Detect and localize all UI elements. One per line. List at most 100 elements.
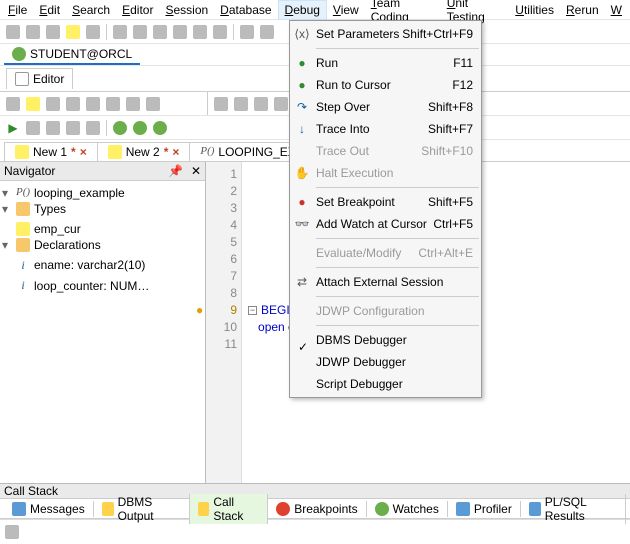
tree-item[interactable]: ▾Declarations [2, 238, 101, 252]
tree-item[interactable]: ▾Types [2, 202, 66, 216]
editor-toolbar-button[interactable] [232, 95, 250, 113]
doc-tab[interactable]: New 1 * × [4, 142, 98, 161]
close-icon[interactable]: × [172, 145, 179, 159]
menu-w[interactable]: W [605, 1, 628, 19]
menu-debug[interactable]: Debug [278, 0, 327, 20]
toolbar-button[interactable] [44, 23, 62, 41]
toolbar-button[interactable] [64, 23, 82, 41]
menu-item-add-watch-at-cursor[interactable]: 👓Add Watch at CursorCtrl+F5 [290, 213, 481, 235]
toolbar-button[interactable] [24, 23, 42, 41]
nav-toolbar-button[interactable] [4, 95, 22, 113]
debug-toolbar-button[interactable] [111, 119, 129, 137]
menu-item-run[interactable]: ●RunF11 [290, 52, 481, 74]
fold-icon[interactable]: − [248, 306, 257, 315]
menu-item-attach-external-session[interactable]: ⇄Attach External Session [290, 271, 481, 293]
nav-toolbar-button[interactable] [84, 95, 102, 113]
toolbar-button[interactable] [84, 23, 102, 41]
tree-item[interactable]: ▾looping_example [2, 186, 125, 200]
menu-session[interactable]: Session [159, 1, 214, 19]
bottom-tab-dbms-output[interactable]: DBMS Output [94, 494, 190, 524]
bottom-tab-breakpoints[interactable]: Breakpoints [268, 501, 366, 517]
debug-toolbar-button[interactable] [24, 119, 42, 137]
menu-item-script-debugger[interactable]: Script Debugger [290, 373, 481, 395]
toolbar-button[interactable] [4, 23, 22, 41]
bottom-tab-profiler[interactable]: Profiler [448, 501, 521, 517]
connection-tab[interactable]: STUDENT@ORCL [4, 45, 140, 65]
line-number[interactable]: 1 [206, 166, 237, 183]
menu-view[interactable]: View [327, 1, 365, 19]
editor-toolbar-button[interactable] [212, 95, 230, 113]
debug-toolbar-button[interactable] [84, 119, 102, 137]
menu-database[interactable]: Database [214, 1, 277, 19]
tree-item[interactable]: iename: varchar2(10) [2, 258, 145, 273]
nav-toolbar-button[interactable] [24, 95, 42, 113]
tree-label: Declarations [34, 238, 101, 252]
toolbar-button[interactable] [211, 23, 229, 41]
bottom-tab-label: DBMS Output [118, 495, 181, 523]
menu-icon: ● [294, 78, 310, 92]
line-number[interactable]: 6 [206, 251, 237, 268]
menu-item-set-parameters[interactable]: ⟨x⟩Set ParametersShift+Ctrl+F9 [290, 23, 481, 45]
toolbar-button[interactable] [238, 23, 256, 41]
nav-toolbar-button[interactable] [44, 95, 62, 113]
status-button[interactable] [3, 523, 21, 541]
toolbar-button[interactable] [131, 23, 149, 41]
menu-file[interactable]: File [2, 1, 33, 19]
menu-item-label: JDWP Debugger [316, 355, 406, 369]
line-number[interactable]: 3 [206, 200, 237, 217]
menu-search[interactable]: Search [66, 1, 116, 19]
line-number[interactable]: 2 [206, 183, 237, 200]
tab-icon [529, 502, 541, 516]
menu-item-label: Set Breakpoint [316, 195, 395, 209]
line-number[interactable]: 11 [206, 336, 237, 353]
toolbar-button[interactable] [111, 23, 129, 41]
tree-item[interactable]: iloop_counter: NUM… [2, 278, 149, 293]
line-number[interactable]: 10 [206, 319, 237, 336]
debug-toolbar-button[interactable] [64, 119, 82, 137]
editor-toolbar-button[interactable] [272, 95, 290, 113]
line-number[interactable]: 8 [206, 285, 237, 302]
toolbar-button[interactable] [191, 23, 209, 41]
menu-item-jdwp-debugger[interactable]: JDWP Debugger [290, 351, 481, 373]
nav-toolbar-button[interactable] [64, 95, 82, 113]
debug-toolbar-button[interactable] [131, 119, 149, 137]
menu-icon: ● [294, 195, 310, 209]
menu-icon: ⇄ [294, 275, 310, 289]
nav-toolbar-button[interactable] [104, 95, 122, 113]
menu-utilities[interactable]: Utilities [509, 1, 560, 19]
menu-edit[interactable]: Edit [33, 1, 66, 19]
pin-icon[interactable]: 📌 [168, 164, 183, 178]
toolbar-button[interactable] [171, 23, 189, 41]
editor-toolbar-button[interactable] [252, 95, 270, 113]
menu-item-set-breakpoint[interactable]: ●Set BreakpointShift+F5 [290, 191, 481, 213]
line-number[interactable]: 4 [206, 217, 237, 234]
line-number[interactable]: 9 [206, 302, 237, 319]
menu-item-dbms-debugger[interactable]: DBMS Debugger [290, 329, 481, 351]
bottom-tab-call-stack[interactable]: Call Stack [190, 494, 269, 524]
tree-item[interactable]: emp_cur [2, 222, 81, 236]
close-icon[interactable]: × [80, 145, 87, 159]
debug-run-button[interactable]: ▶ [4, 119, 22, 137]
debug-toolbar-button[interactable] [44, 119, 62, 137]
toolbar-button[interactable] [258, 23, 276, 41]
doc-tab[interactable]: New 2 * × [97, 142, 191, 161]
bottom-tab-messages[interactable]: Messages [4, 501, 94, 517]
sql-icon [16, 222, 30, 236]
tab-icon [12, 502, 26, 516]
nav-toolbar-button[interactable] [144, 95, 162, 113]
bottom-tab-watches[interactable]: Watches [367, 501, 448, 517]
toolbar-button[interactable] [151, 23, 169, 41]
line-number[interactable]: 7 [206, 268, 237, 285]
editor-tab[interactable]: Editor [6, 68, 73, 89]
menu-editor[interactable]: Editor [116, 1, 159, 19]
debug-toolbar-button[interactable] [151, 119, 169, 137]
menu-item-trace-into[interactable]: ↓Trace IntoShift+F7 [290, 118, 481, 140]
line-number[interactable]: 5 [206, 234, 237, 251]
close-icon[interactable]: ✕ [191, 164, 201, 178]
menu-item-step-over[interactable]: ↷Step OverShift+F8 [290, 96, 481, 118]
menu-rerun[interactable]: Rerun [560, 1, 605, 19]
bottom-tab-pl-sql-results[interactable]: PL/SQL Results [521, 494, 626, 524]
nav-toolbar-button[interactable] [124, 95, 142, 113]
menu-shortcut: Ctrl+Alt+E [418, 246, 473, 260]
menu-item-run-to-cursor[interactable]: ●Run to CursorF12 [290, 74, 481, 96]
